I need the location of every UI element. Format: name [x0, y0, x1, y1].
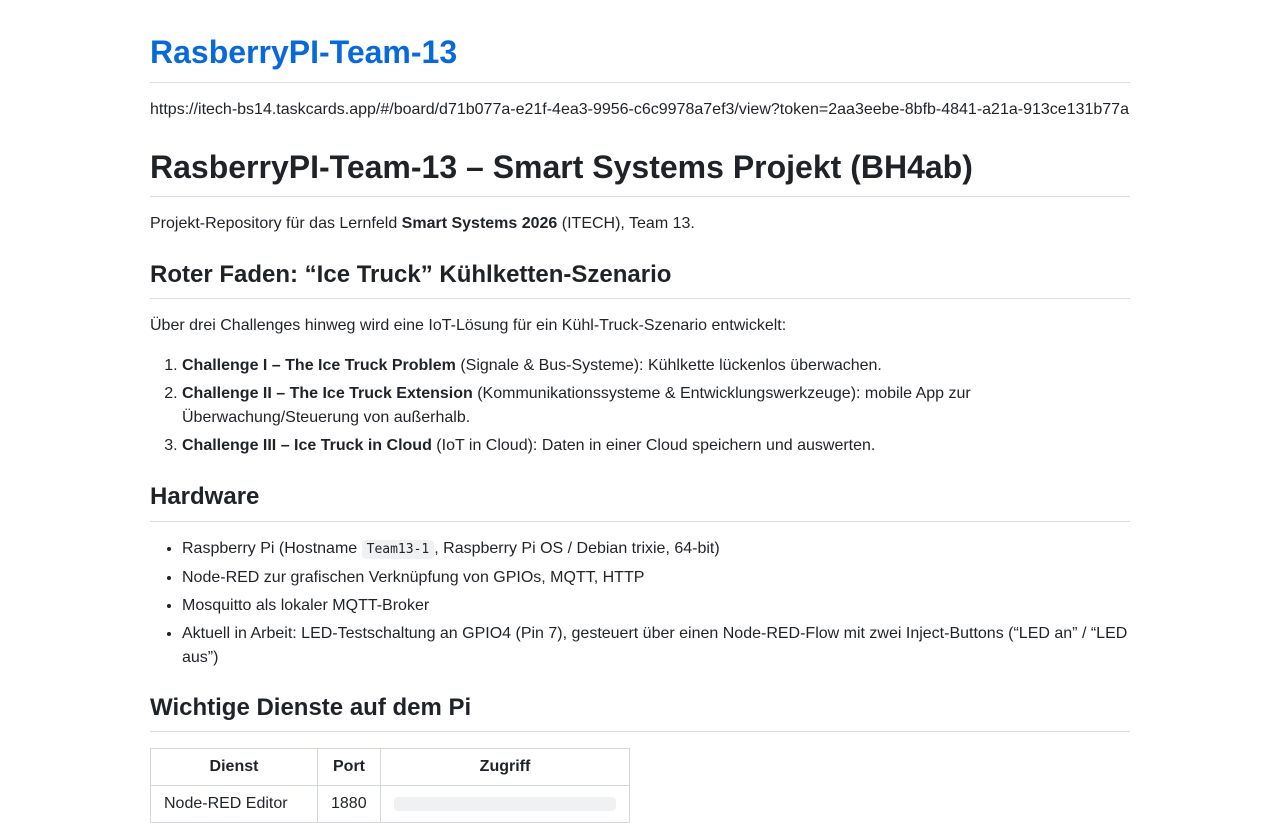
column-header-dienst: Dienst: [150, 748, 318, 786]
challenge-title: Challenge III – Ice Truck in Cloud: [182, 437, 432, 454]
hardware-divider: [150, 521, 1130, 522]
access-code-snippet: [394, 796, 616, 811]
document-title: RasberryPI-Team-13 – Smart Systems Proje…: [150, 149, 973, 185]
column-header-port: Port: [317, 748, 381, 786]
doc-title-divider: [150, 196, 1130, 197]
site-title-link[interactable]: RasberryPI-Team-13: [150, 34, 457, 70]
hardware-item: Node-RED zur grafischen Verknüpfung von …: [182, 566, 1130, 590]
site-title: RasberryPI-Team-13: [150, 32, 457, 72]
services-divider: [150, 731, 1130, 732]
hardware-item: Mosquitto als lokaler MQTT-Broker: [182, 594, 1130, 618]
table-header-row: Dienst Port Zugriff: [150, 748, 630, 786]
hardware-heading: Hardware: [150, 483, 260, 510]
challenge-title: Challenge II – The Ice Truck Extension: [182, 385, 473, 402]
hostname-code: Team13-1: [361, 540, 435, 559]
intro-text-before: Projekt-Repository für das Lernfeld: [150, 215, 402, 232]
scenario-heading: Roter Faden: “Ice Truck” Kühlketten-Szen…: [150, 261, 672, 288]
board-url: https://itech-bs14.taskcards.app/#/board…: [150, 101, 1129, 118]
intro-bold: Smart Systems 2026: [401, 215, 558, 232]
title-divider: [150, 82, 1130, 83]
cell-port: 1880: [317, 785, 381, 823]
scenario-divider: [150, 298, 1130, 299]
cell-zugriff: [380, 785, 630, 823]
challenge-item: Challenge I – The Ice Truck Problem (Sig…: [182, 354, 1130, 378]
hardware-text: Raspberry Pi (Hostname: [182, 540, 362, 557]
services-heading: Wichtige Dienste auf dem Pi: [150, 694, 472, 721]
services-table: Dienst Port Zugriff Node-RED Editor 1880: [150, 748, 630, 823]
cell-dienst: Node-RED Editor: [150, 785, 318, 823]
hardware-list: Raspberry Pi (Hostname Team13-1, Raspber…: [150, 537, 1130, 674]
intro-text-after: (ITECH), Team 13.: [557, 215, 695, 232]
hardware-item: Raspberry Pi (Hostname Team13-1, Raspber…: [182, 537, 1130, 562]
hardware-text: , Raspberry Pi OS / Debian trixie, 64-bi…: [434, 540, 720, 557]
table-row: Node-RED Editor 1880: [150, 785, 630, 823]
challenge-description: (Signale & Bus-Systeme): Kühlkette lücke…: [455, 357, 882, 374]
challenge-title: Challenge I – The Ice Truck Problem: [182, 357, 456, 374]
hardware-item: Aktuell in Arbeit: LED-Testschaltung an …: [182, 622, 1130, 670]
intro-paragraph: Projekt-Repository für das Lernfeld Smar…: [150, 212, 695, 236]
challenge-item: Challenge II – The Ice Truck Extension (…: [182, 382, 1130, 430]
challenge-item: Challenge III – Ice Truck in Cloud (IoT …: [182, 434, 1130, 458]
challenge-list: Challenge I – The Ice Truck Problem (Sig…: [150, 354, 1130, 462]
scenario-lead: Über drei Challenges hinweg wird eine Io…: [150, 317, 787, 334]
column-header-zugriff: Zugriff: [380, 748, 630, 786]
challenge-description: (IoT in Cloud): Daten in einer Cloud spe…: [431, 437, 876, 454]
